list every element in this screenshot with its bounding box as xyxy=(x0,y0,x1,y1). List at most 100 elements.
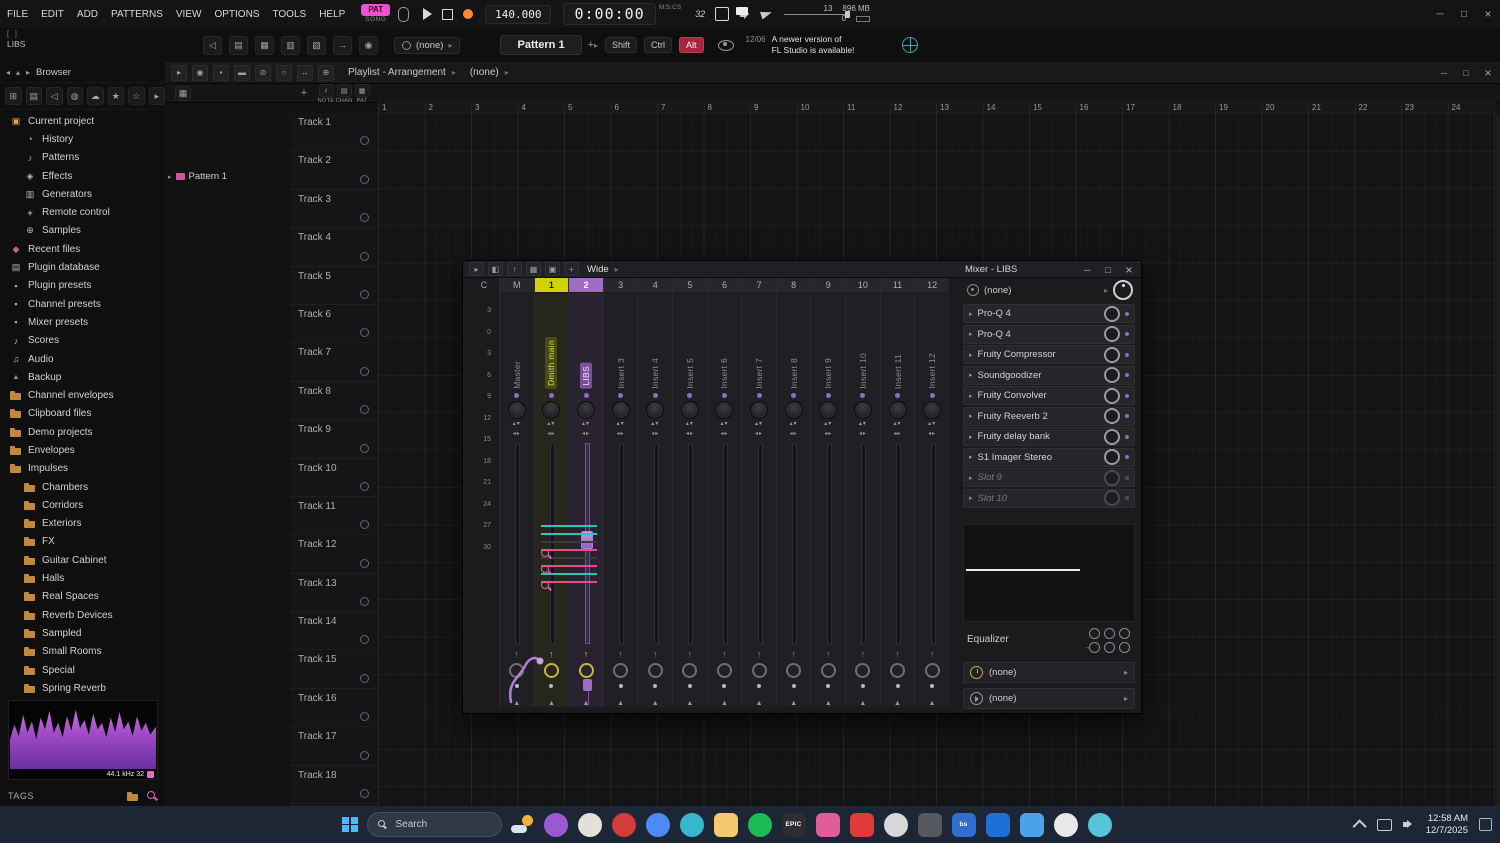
menu-item[interactable]: VIEW xyxy=(176,9,202,20)
pan-knob[interactable] xyxy=(611,401,630,419)
slot-mix-knob[interactable] xyxy=(1104,469,1120,486)
channel-number[interactable]: 2 xyxy=(569,278,603,293)
mute-led[interactable] xyxy=(687,684,692,688)
hidden-icons-chevron[interactable] xyxy=(1352,818,1367,833)
browser-toolbar-icon[interactable]: ★ xyxy=(107,87,124,105)
browser-item[interactable]: History xyxy=(0,130,165,148)
route-triangle-icon[interactable] xyxy=(721,700,728,707)
pattern-selector[interactable]: Pattern 1 xyxy=(500,35,582,55)
mixer-channel-strip[interactable]: M Master xyxy=(499,278,534,707)
slot-plugin-name[interactable]: Fruity Compressor xyxy=(978,349,1099,360)
chan-picker-icon[interactable]: ▤ xyxy=(336,84,352,97)
swap-lr-icon[interactable] xyxy=(513,429,521,439)
time-offset-row[interactable]: (none) xyxy=(963,662,1135,683)
menu-item[interactable]: HELP xyxy=(319,9,345,20)
browser-item[interactable]: Halls xyxy=(0,569,165,587)
slot-menu-arrow-icon[interactable] xyxy=(969,412,973,420)
stereo-separation-arrows[interactable] xyxy=(755,419,763,429)
slot-menu-arrow-icon[interactable] xyxy=(969,474,973,482)
volume-fader[interactable] xyxy=(535,439,569,648)
record-arm-icon[interactable] xyxy=(820,663,836,678)
slot-plugin-name[interactable]: Fruity Reeverb 2 xyxy=(978,411,1099,422)
stereo-separation-arrows[interactable] xyxy=(582,419,590,429)
mixer-channel-strip[interactable]: 5 Insert 5 xyxy=(672,278,707,707)
swap-lr-icon[interactable] xyxy=(928,429,936,439)
volume-fader[interactable] xyxy=(708,439,742,648)
channel-led[interactable] xyxy=(756,393,762,398)
slot-plugin-name[interactable]: Slot 9 xyxy=(978,472,1099,483)
route-up-icon[interactable] xyxy=(895,648,900,660)
route-triangle-icon[interactable] xyxy=(652,700,659,707)
eye-icon[interactable] xyxy=(717,39,734,51)
playlist-track-header[interactable]: Track 12 xyxy=(290,535,378,574)
volume-fader[interactable] xyxy=(673,439,707,648)
channel-name[interactable]: Insert 11 xyxy=(893,354,903,389)
stereo-separation-arrows[interactable] xyxy=(859,419,867,429)
fx-slot-row[interactable]: Pro-Q 4 xyxy=(963,304,1135,323)
tray-clock[interactable]: 12:58 AM 12/7/2025 xyxy=(1426,813,1468,837)
channel-name[interactable]: Dmith main xyxy=(545,337,558,389)
slot-mix-knob[interactable] xyxy=(1104,367,1120,383)
record-arm-icon[interactable] xyxy=(682,663,698,678)
stereo-separation-arrows[interactable] xyxy=(928,419,936,429)
channel-number[interactable]: 4 xyxy=(638,278,673,293)
taskbar-app-icon[interactable] xyxy=(1087,812,1112,837)
playlist-track-header[interactable]: Track 15 xyxy=(290,650,378,689)
timeline-bar-number[interactable]: 6 xyxy=(610,102,658,113)
ctrl-indicator[interactable]: Ctrl xyxy=(644,37,673,53)
eq-knob[interactable] xyxy=(1104,642,1115,653)
stereo-separation-arrows[interactable] xyxy=(651,419,659,429)
pan-knob[interactable] xyxy=(715,401,734,419)
timeline-bar-number[interactable]: 19 xyxy=(1215,102,1262,113)
browser-item[interactable]: Demo projects xyxy=(0,423,165,441)
track-mute-dot[interactable] xyxy=(360,328,369,338)
chevron-right-icon[interactable] xyxy=(615,265,619,274)
record-arm-icon[interactable] xyxy=(647,663,663,678)
swap-lr-icon[interactable] xyxy=(651,429,659,439)
mixer-channel-strip[interactable]: 11 Insert 11 xyxy=(879,278,915,707)
mixer-channel-strip[interactable]: 12 Insert 12 xyxy=(914,278,949,707)
swap-lr-icon[interactable] xyxy=(547,429,555,439)
route-up-icon[interactable] xyxy=(757,648,762,660)
channel-number[interactable]: 7 xyxy=(742,278,776,293)
airplane-icon[interactable] xyxy=(760,8,774,20)
timeline-bar-number[interactable]: 1 xyxy=(378,102,425,113)
slot-enable-led[interactable] xyxy=(1125,475,1129,480)
volume-fader[interactable] xyxy=(604,439,638,648)
browser-item[interactable]: Spring Reverb xyxy=(0,679,165,697)
mixer-channel-strip[interactable]: 10 Insert 10 xyxy=(845,278,880,707)
slot-mix-knob[interactable] xyxy=(1104,408,1120,424)
timeline-bar-number[interactable]: 23 xyxy=(1401,102,1448,113)
track-mute-dot[interactable] xyxy=(360,635,369,645)
timeline-bar-number[interactable]: 17 xyxy=(1122,102,1169,113)
slot-mix-knob[interactable] xyxy=(1104,449,1120,465)
stereo-separation-arrows[interactable] xyxy=(824,419,832,429)
browser-item[interactable]: Scores xyxy=(0,332,165,350)
browser-item[interactable]: Channel envelopes xyxy=(0,386,165,404)
route-up-icon[interactable] xyxy=(584,648,589,660)
mute-led[interactable] xyxy=(618,684,623,688)
channel-name[interactable]: LIBS xyxy=(580,363,593,389)
notification-center-icon[interactable] xyxy=(1479,818,1492,831)
fx-slot-row[interactable]: Soundgoodizer xyxy=(963,365,1135,385)
sample-preview-panel[interactable]: 44.1 kHz 32 xyxy=(8,700,158,780)
stereo-separation-arrows[interactable] xyxy=(617,419,625,429)
mixer-view-selector[interactable]: Wide xyxy=(587,264,609,275)
chevron-right-icon[interactable] xyxy=(1124,668,1128,677)
fx-slot-row[interactable]: Slot 9 xyxy=(963,468,1135,487)
playlist-track-header[interactable]: Track 4 xyxy=(290,228,378,267)
channel-name[interactable]: Insert 6 xyxy=(719,358,729,389)
track-mute-dot[interactable] xyxy=(360,520,369,530)
taskbar-app-icon[interactable] xyxy=(917,812,942,837)
stereo-separation-arrows[interactable] xyxy=(513,419,521,429)
browser-item[interactable]: Plugin presets xyxy=(0,277,165,295)
mixer-titlebar-icon[interactable]: + xyxy=(564,262,579,276)
back-arrow-icon[interactable]: ◂ xyxy=(6,68,10,77)
play-button[interactable] xyxy=(423,8,433,20)
track-mute-dot[interactable] xyxy=(360,289,369,299)
mute-led[interactable] xyxy=(826,684,831,688)
route-triangle-icon[interactable] xyxy=(859,700,866,707)
toolbar-icon[interactable]: → xyxy=(333,35,352,55)
mixer-titlebar[interactable]: ▸ ◧ ↑ ▦ ▣ + Wide xyxy=(463,261,1141,278)
clip-source-column[interactable]: ▸ Pattern 1 xyxy=(165,113,291,806)
